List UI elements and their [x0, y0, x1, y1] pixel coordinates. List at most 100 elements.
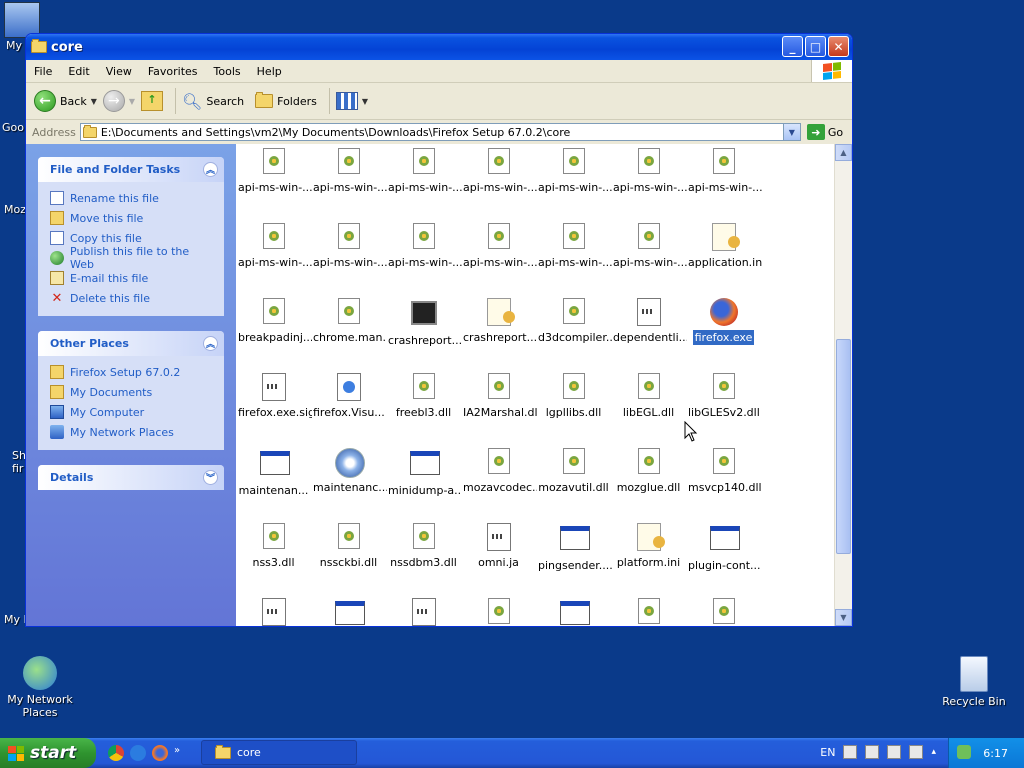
menu-help[interactable]: Help [249, 65, 290, 78]
file-item[interactable]: api-ms-win-... [236, 148, 312, 198]
search-button[interactable]: 🔍︎ Search [182, 92, 244, 111]
scroll-thumb[interactable] [836, 339, 851, 554]
file-item[interactable]: application.ini [686, 223, 762, 273]
go-button[interactable]: ➜ Go [806, 124, 843, 140]
desktop-network-places[interactable]: My Network Places [0, 656, 80, 719]
file-item[interactable]: nssckbi.dll [311, 523, 386, 573]
other-places-header[interactable]: Other Places ︽ [38, 331, 224, 356]
file-item[interactable]: api-ms-win-... [536, 148, 612, 198]
scroll-down-button[interactable]: ▼ [835, 609, 852, 626]
file-item[interactable]: mozglue.dll [611, 448, 686, 498]
file-item[interactable]: api-ms-win-... [386, 223, 462, 273]
file-item[interactable]: mozavutil.dll [536, 448, 611, 498]
file-item[interactable]: msvcp140.dll [686, 448, 762, 498]
chat-icon[interactable] [887, 745, 902, 759]
chevron-up-icon[interactable]: ▴ [931, 747, 936, 757]
file-item[interactable]: libEGL.dll [611, 373, 686, 423]
place-my-documents[interactable]: My Documents [50, 382, 214, 402]
file-item[interactable]: d3dcompiler... [536, 298, 612, 348]
task-publish[interactable]: Publish this file to the Web [50, 245, 214, 271]
recycle-tray-icon[interactable] [957, 745, 971, 759]
file-item[interactable]: crashreport... [386, 298, 462, 351]
chevron-down-icon[interactable]: ▼ [782, 124, 800, 140]
menu-edit[interactable]: Edit [60, 65, 97, 78]
chrome-icon[interactable] [108, 745, 124, 761]
file-item[interactable]: chrome.man... [311, 298, 387, 348]
file-item[interactable] [536, 598, 611, 626]
help-icon[interactable] [909, 745, 924, 759]
file-folder-tasks-header[interactable]: File and Folder Tasks ︽ [38, 157, 224, 182]
clock[interactable]: 6:17 [983, 747, 1008, 760]
task-delete[interactable]: ✕ Delete this file [50, 288, 214, 308]
minimize-button[interactable]: _ [782, 36, 803, 57]
file-item[interactable]: api-ms-win-... [461, 223, 537, 273]
file-item[interactable]: api-ms-win-... [536, 223, 612, 273]
chevron-down-icon[interactable]: ▼ [91, 97, 97, 106]
chevron-up-icon[interactable]: ︽ [203, 162, 218, 177]
details-header[interactable]: Details ︾ [38, 465, 224, 490]
file-item[interactable]: IA2Marshal.dll [461, 373, 537, 423]
desktop-recycle-bin[interactable]: Recycle Bin [934, 656, 1014, 708]
folders-button[interactable]: Folders [250, 92, 317, 108]
file-item[interactable]: api-ms-win-... [311, 148, 387, 198]
place-network[interactable]: My Network Places [50, 422, 214, 442]
chevron-down-icon[interactable]: ▼ [362, 97, 368, 106]
chevron-down-icon[interactable]: ︾ [203, 470, 218, 485]
close-button[interactable]: ✕ [828, 36, 849, 57]
chevron-down-icon[interactable]: ▼ [129, 97, 135, 106]
file-item[interactable] [611, 598, 686, 626]
language-indicator[interactable]: EN [820, 746, 835, 759]
back-button[interactable]: ← Back ▼ [34, 90, 97, 112]
file-list[interactable]: api-ms-win-... api-ms-win-... api-ms-win-.… [236, 144, 852, 626]
file-item[interactable]: pingsender.... [536, 523, 612, 576]
file-item[interactable] [311, 598, 386, 626]
menu-tools[interactable]: Tools [206, 65, 249, 78]
file-item[interactable]: api-ms-win-... [311, 223, 387, 273]
file-item[interactable] [386, 598, 461, 626]
maximize-button[interactable]: □ [805, 36, 826, 57]
task-rename[interactable]: Rename this file [50, 188, 214, 208]
chevron-up-icon[interactable]: ︽ [203, 336, 218, 351]
task-email[interactable]: E-mail this file [50, 268, 214, 288]
file-item[interactable]: api-ms-win-... [236, 223, 312, 273]
task-move[interactable]: Move this file [50, 208, 214, 228]
place-my-computer[interactable]: My Computer [50, 402, 214, 422]
file-item[interactable]: firefox.Visu... [311, 373, 386, 423]
file-item[interactable]: nssdbm3.dll [386, 523, 461, 573]
file-item[interactable]: freebl3.dll [386, 373, 461, 423]
file-item[interactable]: mozavcodec... [461, 448, 537, 498]
forward-button[interactable]: → ▼ [102, 90, 135, 112]
more-icon[interactable]: » [174, 745, 182, 761]
file-item[interactable]: platform.ini [611, 523, 686, 573]
scroll-up-button[interactable]: ▲ [835, 144, 852, 161]
file-item[interactable]: libGLESv2.dll [686, 373, 761, 423]
file-item[interactable]: plugin-cont... [686, 523, 761, 576]
file-item[interactable] [236, 598, 311, 626]
file-item[interactable]: crashreport... [461, 298, 537, 348]
menu-view[interactable]: View [98, 65, 140, 78]
menu-favorites[interactable]: Favorites [140, 65, 206, 78]
file-item[interactable]: api-ms-win-... [386, 148, 462, 198]
file-item[interactable] [461, 598, 536, 626]
title-bar[interactable]: core _ □ ✕ [26, 34, 852, 60]
file-item[interactable]: lgpllibs.dll [536, 373, 611, 423]
file-item[interactable] [686, 598, 761, 626]
file-item[interactable]: firefox.exe [686, 298, 761, 348]
file-item[interactable]: firefox.exe.sig [236, 373, 312, 423]
pen-icon[interactable] [865, 745, 880, 759]
file-item[interactable]: omni.ja [461, 523, 536, 573]
file-item[interactable]: api-ms-win-... [461, 148, 537, 198]
file-item[interactable]: api-ms-win-... [611, 148, 687, 198]
menu-file[interactable]: File [26, 65, 60, 78]
up-button[interactable]: ↑ [141, 91, 164, 111]
file-item[interactable]: breakpadinj... [236, 298, 312, 348]
address-input[interactable]: E:\Documents and Settings\vm2\My Documen… [79, 123, 801, 141]
file-item[interactable]: minidump-a... [386, 448, 462, 501]
file-item[interactable]: nss3.dll [236, 523, 311, 573]
file-item[interactable]: maintenan... [236, 448, 311, 501]
file-item[interactable]: api-ms-win-... [686, 148, 762, 198]
place-firefox-setup[interactable]: Firefox Setup 67.0.2 [50, 362, 214, 382]
views-button[interactable]: ▼ [335, 92, 368, 110]
file-item[interactable]: api-ms-win-... [611, 223, 687, 273]
vertical-scrollbar[interactable]: ▲ ▼ [834, 144, 852, 626]
